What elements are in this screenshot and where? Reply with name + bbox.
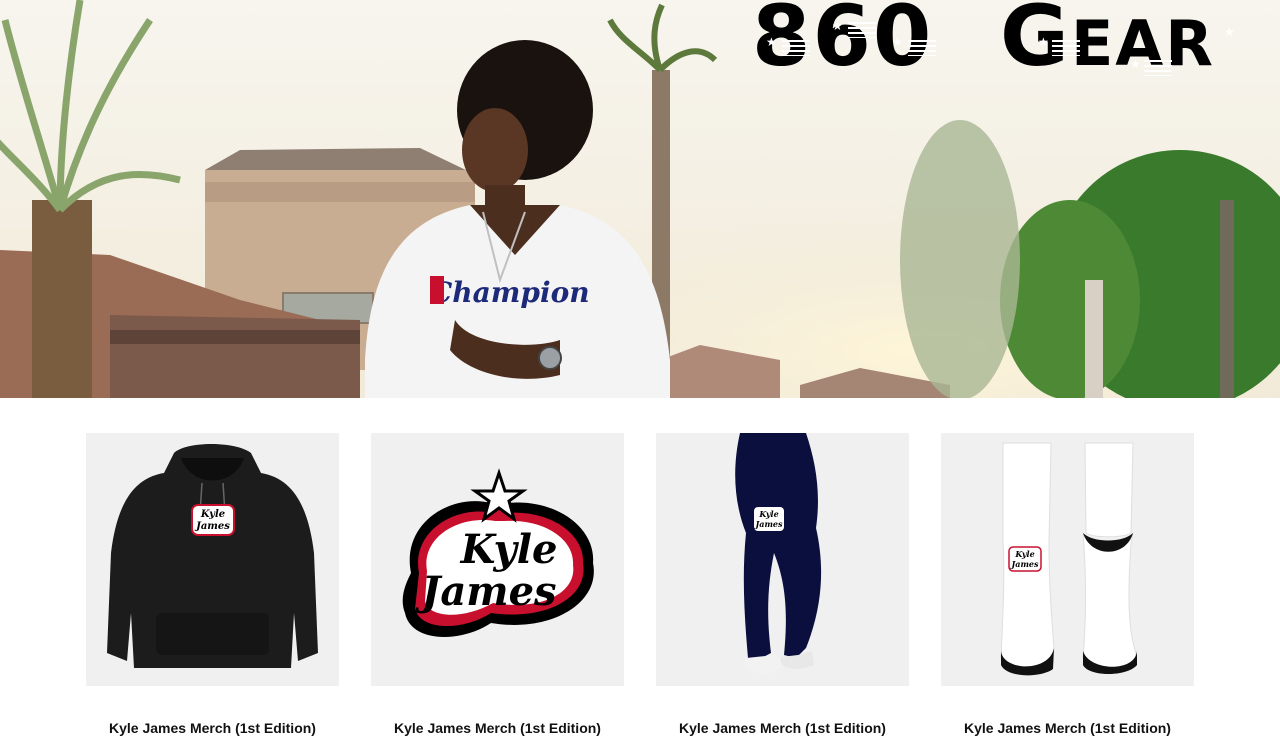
palm-trunk bbox=[32, 200, 92, 398]
product-card-leggings[interactable]: Kyle James Kyle James Merch (1st Edition… bbox=[656, 433, 909, 736]
stripes-decoration bbox=[1144, 60, 1172, 76]
brand-logo[interactable]: 860 GEAR ★ ★ ★ ★ ★ ★ bbox=[752, 0, 1244, 86]
leggings-logo-line1: Kyle bbox=[758, 509, 778, 519]
hoodie-logo-line2: James bbox=[194, 521, 230, 532]
product-title[interactable]: Kyle James Merch (1st Edition) bbox=[941, 720, 1194, 736]
product-title[interactable]: Kyle James Merch (1st Edition) bbox=[371, 720, 624, 736]
product-card-socks[interactable]: Kyle James Kyle James Merch (1st Edition… bbox=[941, 433, 1194, 736]
hero-banner: Champion 860 GEAR ★ ★ ★ ★ ★ ★ bbox=[0, 0, 1280, 398]
stripes-decoration bbox=[908, 40, 936, 56]
star-icon: ★ bbox=[832, 19, 843, 33]
brand-word-860: 860 bbox=[752, 0, 934, 85]
left-sneaker bbox=[744, 655, 786, 674]
product-image-socks[interactable]: Kyle James bbox=[941, 433, 1194, 686]
sticker-logo-line1: Kyle bbox=[460, 526, 558, 573]
star-icon: ★ bbox=[1130, 57, 1141, 71]
product-image-hoodie[interactable]: Kyle James bbox=[86, 433, 339, 686]
product-card-hoodie[interactable]: Kyle James Kyle James Merch (1st Edition… bbox=[86, 433, 339, 736]
socks-logo-line1: Kyle bbox=[1014, 549, 1034, 559]
product-grid: Kyle James Kyle James Merch (1st Edition… bbox=[86, 433, 1194, 736]
hoodie-logo-line1: Kyle bbox=[200, 509, 225, 520]
stripes-decoration bbox=[848, 22, 876, 38]
stripes-decoration bbox=[1052, 40, 1080, 56]
watch bbox=[538, 346, 562, 370]
star-icon: ★ bbox=[766, 35, 777, 49]
product-title[interactable]: Kyle James Merch (1st Edition) bbox=[86, 720, 339, 736]
leggings-shape bbox=[735, 433, 822, 661]
product-image-sticker[interactable]: Kyle James bbox=[371, 433, 624, 686]
stripes-decoration bbox=[782, 40, 810, 56]
shirt-logo-text: Champion bbox=[430, 276, 590, 309]
product-card-sticker[interactable]: Kyle James Kyle James Merch (1st Edition… bbox=[371, 433, 624, 736]
star-icon: ★ bbox=[892, 35, 903, 49]
product-image-leggings[interactable]: Kyle James bbox=[656, 433, 909, 686]
brand-word-gear: GEAR bbox=[1000, 0, 1216, 85]
leggings-logo-line2: James bbox=[753, 519, 783, 529]
star-icon: ★ bbox=[1038, 35, 1049, 49]
product-title[interactable]: Kyle James Merch (1st Edition) bbox=[656, 720, 909, 736]
right-sock bbox=[1084, 442, 1134, 538]
sticker-logo-line2: James bbox=[414, 568, 556, 615]
socks-logo-line2: James bbox=[1009, 559, 1039, 569]
star-icon: ★ bbox=[1224, 25, 1235, 39]
